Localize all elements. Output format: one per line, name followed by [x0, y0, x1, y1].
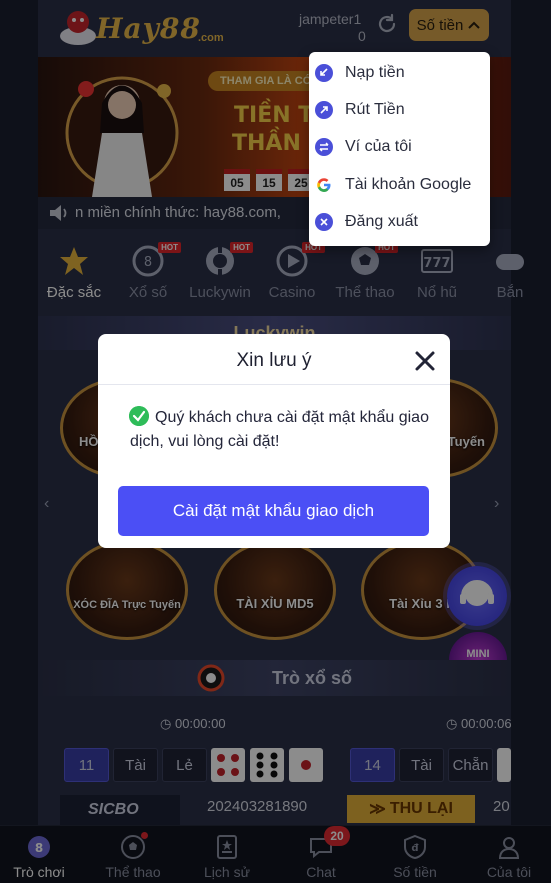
- set-transaction-password-button[interactable]: Cài đặt mật khẩu giao dịch: [118, 486, 429, 536]
- withdraw-icon: [315, 101, 333, 119]
- wallet-transfer-icon: [315, 138, 333, 156]
- dropdown-item-label: Đăng xuất: [345, 213, 418, 230]
- dropdown-item-google[interactable]: Tài khoản Google: [309, 167, 490, 203]
- dropdown-item-label: Ví của tôi: [345, 138, 412, 155]
- deposit-icon: [315, 64, 333, 82]
- dropdown-item-label: Tài khoản Google: [345, 176, 472, 193]
- dropdown-item-rut-tien[interactable]: Rút Tiền: [309, 92, 490, 128]
- dropdown-item-vi-cua-toi[interactable]: Ví của tôi: [309, 129, 490, 165]
- logout-icon: [315, 213, 333, 231]
- close-icon[interactable]: [408, 344, 442, 378]
- dropdown-item-dang-xuat[interactable]: Đăng xuất: [309, 204, 490, 240]
- modal-divider: [98, 384, 450, 385]
- google-icon: [315, 176, 333, 194]
- modal-message: Quý khách chưa cài đặt mật khẩu giao dịc…: [130, 409, 429, 450]
- dropdown-item-label: Rút Tiền: [345, 101, 405, 118]
- app-root: Hay88 .com jampeter1 0 Số tiền THAM GIA …: [0, 0, 551, 883]
- notice-modal: Xin lưu ý Quý khách chưa cài đặt mật khẩ…: [98, 334, 450, 548]
- modal-title: Xin lưu ý: [236, 350, 312, 371]
- money-dropdown-menu: Nạp tiền Rút Tiền Ví của tôi Tài khoản G…: [309, 52, 490, 246]
- dropdown-item-label: Nạp tiền: [345, 64, 405, 81]
- dropdown-item-nap-tien[interactable]: Nạp tiền: [309, 55, 490, 91]
